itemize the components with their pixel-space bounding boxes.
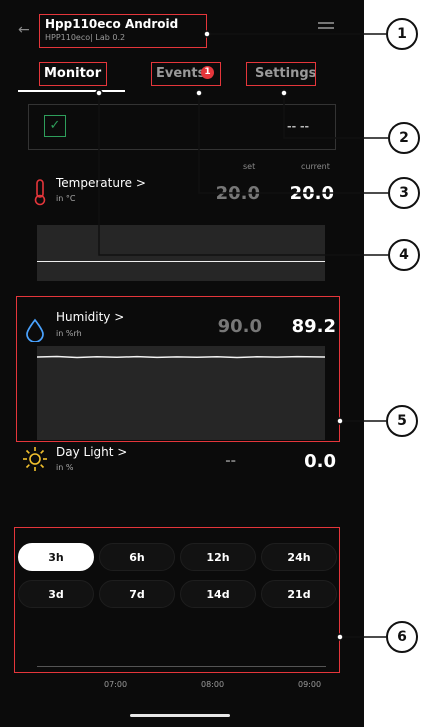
home-indicator[interactable] (130, 714, 230, 717)
range-24h-button[interactable]: 24h (261, 543, 337, 571)
humidity-label[interactable]: Humidity > (56, 310, 124, 324)
range-14d-button[interactable]: 14d (180, 580, 256, 608)
daylight-set-value: -- (225, 454, 236, 469)
humidity-chart-line (37, 355, 325, 359)
range-7d-button[interactable]: 7d (99, 580, 175, 608)
daylight-current-value: 0.0 (304, 451, 336, 472)
humidity-current-value: 89.2 (291, 316, 336, 337)
range-3h-button[interactable]: 3h (18, 543, 94, 571)
temperature-set-value: 20.0 (215, 183, 260, 204)
thermometer-icon (30, 178, 50, 206)
back-arrow-icon[interactable]: ← (18, 22, 30, 38)
time-axis-line (37, 666, 326, 667)
callout-3: 3 (388, 177, 420, 209)
time-tick-0800: 08:00 (201, 680, 225, 689)
range-6h-button[interactable]: 6h (99, 543, 175, 571)
callout-5: 5 (386, 405, 418, 437)
highlight-tab-monitor (39, 62, 107, 86)
status-check-icon: ✓ (44, 115, 66, 137)
highlight-tab-events (151, 62, 221, 86)
callout-2: 2 (388, 122, 420, 154)
callout-6: 6 (386, 621, 418, 653)
temperature-unit: in °C (56, 194, 76, 203)
highlight-header (39, 14, 207, 48)
menu-icon[interactable] (318, 22, 334, 24)
humidity-set-value: 90.0 (217, 316, 262, 337)
daylight-label[interactable]: Day Light > (56, 445, 127, 459)
temperature-label[interactable]: Temperature > (56, 176, 146, 190)
humidity-unit: in %rh (56, 329, 82, 338)
callout-4: 4 (388, 239, 420, 271)
temperature-chart (37, 225, 325, 281)
range-3d-button[interactable]: 3d (18, 580, 94, 608)
column-set-label: set (243, 162, 256, 171)
time-tick-0900: 09:00 (298, 680, 322, 689)
highlight-tab-settings (246, 62, 316, 86)
column-current-label: current (301, 162, 330, 171)
app-screen: ← Hpp110eco Android HPP110eco| Lab 0.2 M… (0, 0, 364, 727)
temperature-chart-line (37, 261, 325, 262)
range-21d-button[interactable]: 21d (261, 580, 337, 608)
daylight-unit: in % (56, 463, 74, 472)
status-value: -- -- (287, 120, 310, 133)
tab-monitor-underline (18, 90, 125, 92)
sun-icon (22, 446, 48, 472)
temperature-current-value: 20.0 (289, 183, 334, 204)
callout-1: 1 (386, 18, 418, 50)
humidity-chart (37, 346, 325, 440)
range-12h-button[interactable]: 12h (180, 543, 256, 571)
time-tick-0700: 07:00 (104, 680, 128, 689)
droplet-icon (24, 318, 46, 343)
